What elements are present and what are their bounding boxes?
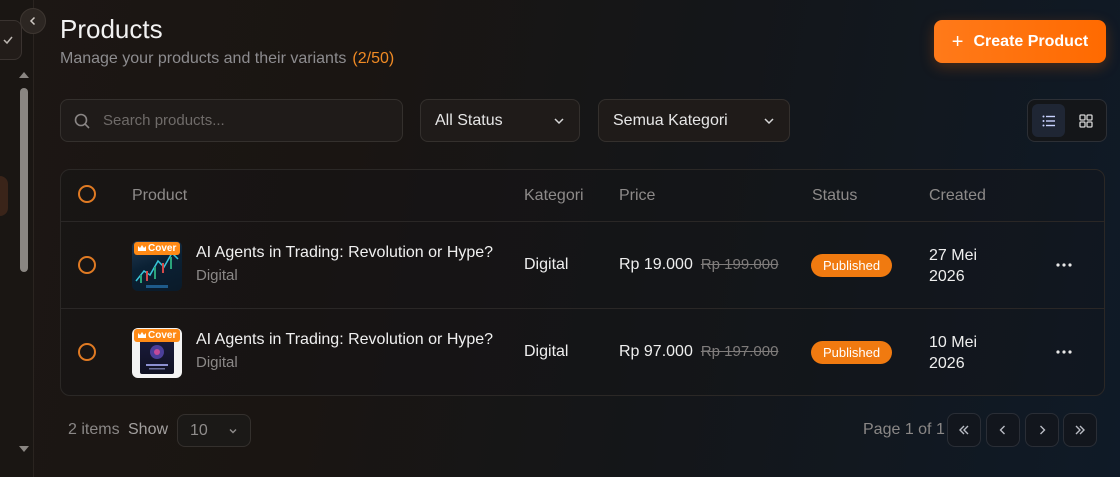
product-count: (2/50)	[352, 50, 395, 67]
chevron-down-icon	[764, 117, 774, 124]
create-product-label: Create Product	[973, 32, 1089, 50]
left-rail	[0, 0, 34, 477]
price-original: Rp 199.000	[700, 256, 779, 273]
grid-icon	[1078, 113, 1093, 128]
crown-icon	[138, 332, 146, 338]
check-icon	[3, 36, 13, 45]
product-category: Digital	[524, 256, 569, 273]
page-info: Page 1 of 1	[863, 421, 945, 438]
cover-badge-label: Cover	[148, 242, 177, 254]
chevron-right-icon	[1040, 425, 1046, 435]
search-input[interactable]	[103, 112, 383, 129]
prev-page-button[interactable]	[986, 413, 1020, 447]
chevron-left-icon	[29, 16, 36, 26]
product-name[interactable]: AI Agents in Trading: Revolution or Hype…	[196, 331, 493, 349]
rail-check-chip[interactable]	[0, 20, 22, 60]
search-box[interactable]	[60, 99, 403, 142]
products-table: Product Kategori Price Status Created Co…	[60, 169, 1105, 396]
cover-badge: Cover	[134, 242, 181, 255]
more-horizontal-icon	[1056, 263, 1072, 267]
row-actions-button[interactable]	[1054, 342, 1074, 362]
plus-icon: +	[951, 30, 964, 53]
product-name[interactable]: AI Agents in Trading: Revolution or Hype…	[196, 244, 493, 262]
category-filter-value: Semua Kategori	[613, 111, 728, 129]
created-date: 10 Mei 2026	[929, 334, 978, 372]
status-filter-select[interactable]: All Status	[420, 99, 580, 142]
price-current: Rp 19.000	[619, 256, 693, 273]
page-subtitle: Manage your products and their variants (…	[60, 50, 394, 68]
col-product: Product	[132, 187, 188, 204]
page-size-value: 10	[190, 421, 208, 439]
first-page-button[interactable]	[947, 413, 981, 447]
list-icon	[1042, 115, 1055, 126]
col-created: Created	[929, 187, 986, 204]
price-current: Rp 97.000	[619, 343, 693, 360]
next-page-button[interactable]	[1025, 413, 1059, 447]
rail-active-indicator	[0, 176, 8, 216]
col-category: Kategori	[524, 187, 584, 204]
select-all-radio[interactable]	[78, 185, 96, 203]
scroll-up-arrow[interactable]	[19, 72, 29, 78]
view-toggle	[1027, 99, 1107, 142]
chevron-down-icon	[229, 428, 237, 433]
product-price: Rp 97.000 Rp 197.000	[619, 343, 778, 361]
chevrons-left-icon	[959, 425, 969, 435]
row-select-radio[interactable]	[78, 256, 96, 274]
create-product-button[interactable]: + Create Product	[934, 20, 1106, 63]
page-title: Products	[60, 14, 163, 44]
grid-view-button[interactable]	[1069, 104, 1102, 137]
crown-icon	[138, 245, 146, 251]
table-row[interactable]: Cover AI Agents in Trading: Revolution o…	[61, 222, 1104, 309]
more-horizontal-icon	[1056, 350, 1072, 354]
list-view-button[interactable]	[1032, 104, 1065, 137]
price-original: Rp 197.000	[700, 343, 779, 360]
row-actions-button[interactable]	[1054, 255, 1074, 275]
table-row[interactable]: Cover AI Agents in Trading: Revolution o…	[61, 309, 1104, 395]
search-icon	[74, 113, 90, 129]
product-thumbnail: Cover	[132, 241, 182, 291]
product-thumbnail: Cover	[132, 328, 182, 378]
collapse-sidebar-button[interactable]	[20, 8, 46, 34]
status-filter-value: All Status	[435, 111, 503, 129]
page-size-select[interactable]: 10	[177, 414, 251, 447]
product-category: Digital	[524, 343, 569, 360]
scroll-down-arrow[interactable]	[19, 446, 29, 452]
product-price: Rp 19.000 Rp 199.000	[619, 256, 778, 274]
subtitle-text: Manage your products and their variants	[60, 50, 347, 67]
cover-badge-label: Cover	[148, 329, 177, 341]
product-subcategory: Digital	[196, 354, 238, 371]
show-label: Show	[128, 421, 169, 438]
items-count: 2 items	[68, 421, 120, 438]
cover-badge: Cover	[134, 329, 181, 342]
category-filter-select[interactable]: Semua Kategori	[598, 99, 790, 142]
status-badge: Published	[811, 254, 893, 277]
col-status: Status	[812, 187, 858, 204]
status-badge: Published	[811, 341, 893, 364]
rail-scrollbar[interactable]	[20, 88, 28, 272]
last-page-button[interactable]	[1063, 413, 1097, 447]
created-date: 27 Mei 2026	[929, 247, 978, 285]
chevron-down-icon	[554, 117, 564, 124]
table-header: Product Kategori Price Status Created	[61, 170, 1104, 222]
col-price: Price	[619, 187, 656, 204]
chevrons-right-icon	[1075, 425, 1085, 435]
row-select-radio[interactable]	[78, 343, 96, 361]
product-subcategory: Digital	[196, 267, 238, 284]
chevron-left-icon	[999, 425, 1005, 435]
